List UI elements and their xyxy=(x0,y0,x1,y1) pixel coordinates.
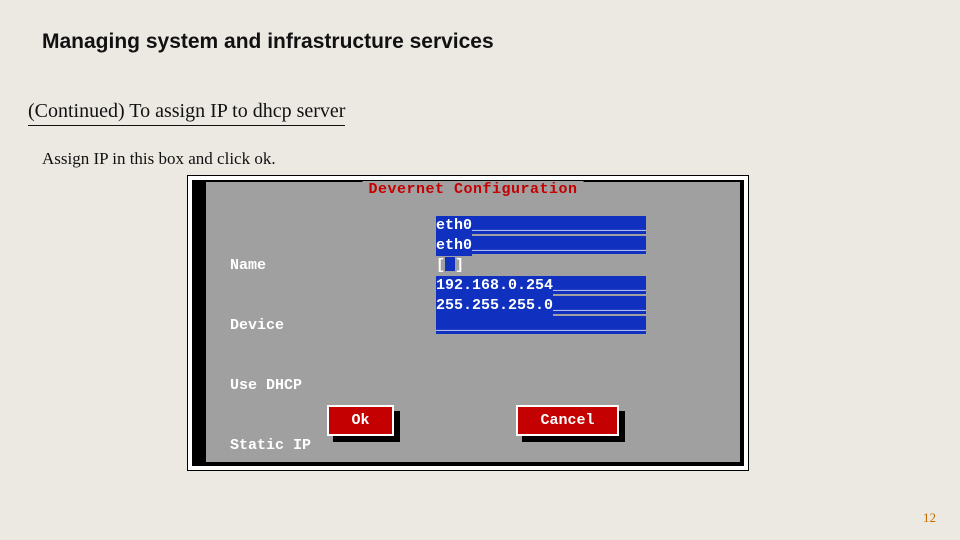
netmask-field[interactable]: 255.255.255.0 xyxy=(436,296,696,316)
dialog-panel: Devernet Configuration Name Device Use D… xyxy=(206,182,740,462)
default-gw-field[interactable] xyxy=(436,316,696,336)
dialog-title: Devernet Configuration xyxy=(362,181,583,198)
label-device: Device xyxy=(230,316,392,336)
field-values: eth0 eth0 [] 192.168.0.254 255.255.255.0 xyxy=(436,216,696,336)
instruction-text: Assign IP in this box and click ok. xyxy=(42,149,276,169)
use-dhcp-checkbox[interactable]: [] xyxy=(436,256,696,276)
name-field[interactable]: eth0 xyxy=(436,216,696,236)
dialog-buttons: Ok Cancel xyxy=(206,405,740,436)
cancel-button-wrap: Cancel xyxy=(516,405,618,436)
terminal-inner: Devernet Configuration Name Device Use D… xyxy=(192,180,744,466)
label-use-dhcp: Use DHCP xyxy=(230,376,392,396)
device-field[interactable]: eth0 xyxy=(436,236,696,256)
ok-button[interactable]: Ok xyxy=(327,405,393,436)
page-number: 12 xyxy=(923,510,936,526)
label-name: Name xyxy=(230,256,392,276)
cancel-button[interactable]: Cancel xyxy=(516,405,618,436)
slide-title: Managing system and infrastructure servi… xyxy=(42,30,494,54)
ok-button-wrap: Ok xyxy=(327,405,393,436)
slide-subtitle: (Continued) To assign IP to dhcp server xyxy=(28,100,345,126)
static-ip-field[interactable]: 192.168.0.254 xyxy=(436,276,696,296)
terminal-screenshot: Devernet Configuration Name Device Use D… xyxy=(187,175,749,471)
